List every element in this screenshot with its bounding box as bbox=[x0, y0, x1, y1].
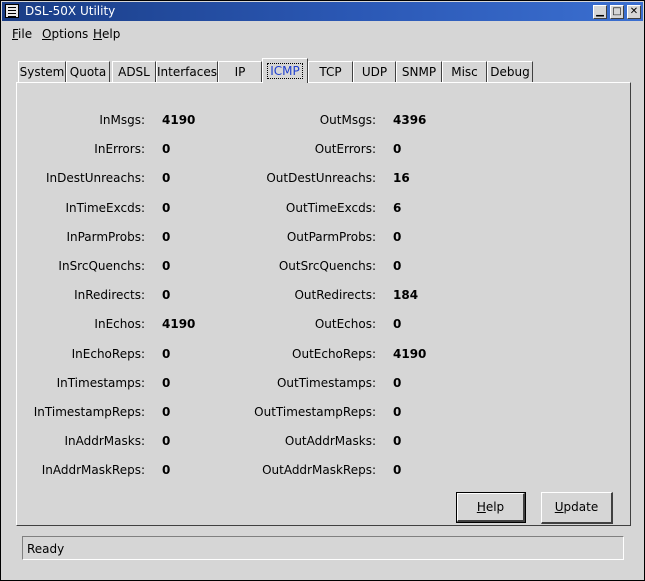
tab-icmp[interactable]: ICMP bbox=[262, 58, 308, 83]
in-label-inaddrmasks: InAddrMasks: bbox=[64, 434, 145, 448]
in-value-inerrors: 0 bbox=[162, 142, 171, 156]
out-label-outtimestamps: OutTimestamps: bbox=[276, 376, 376, 390]
in-value-inaddrmaskreps: 0 bbox=[162, 463, 171, 477]
in-value-inparmprobs: 0 bbox=[162, 230, 171, 244]
in-value-intimestamps: 0 bbox=[162, 376, 171, 390]
tab-label: ICMP bbox=[267, 63, 303, 79]
tab-label: Debug bbox=[490, 65, 530, 79]
tab-debug[interactable]: Debug bbox=[487, 61, 533, 82]
in-value-insrcquenchs: 0 bbox=[162, 259, 171, 273]
out-value-outtimeexcds: 6 bbox=[393, 201, 402, 215]
in-value-inmsgs: 4190 bbox=[162, 113, 196, 127]
status-bar: Ready bbox=[22, 536, 624, 560]
maximize-button[interactable]: □ bbox=[610, 5, 624, 19]
tab-label: UDP bbox=[361, 65, 388, 79]
out-label-outaddrmaskreps: OutAddrMaskReps: bbox=[262, 463, 376, 477]
in-label-inechoreps: InEchoReps: bbox=[71, 347, 145, 361]
in-label-intimestampreps: InTimestampReps: bbox=[33, 405, 145, 419]
in-label-insrcquenchs: InSrcQuenchs: bbox=[58, 259, 145, 273]
menu-options[interactable]: Options bbox=[42, 27, 88, 41]
tab-ip[interactable]: IP bbox=[218, 61, 262, 82]
icmp-panel: InMsgs: 4190 InErrors: 0 InDestUnreachs: 0 InT… bbox=[16, 82, 631, 526]
menu-bar: File Options Help bbox=[2, 22, 643, 46]
tab-label: SNMP bbox=[401, 65, 437, 79]
out-label-outechos: OutEchos: bbox=[314, 317, 376, 331]
tab-udp[interactable]: UDP bbox=[353, 61, 396, 82]
out-label-outtimeexcds: OutTimeExcds: bbox=[285, 201, 376, 215]
in-label-intimeexcds: InTimeExcds: bbox=[65, 201, 146, 215]
out-value-outaddrmaskreps: 0 bbox=[393, 463, 402, 477]
tab-label: Quota bbox=[69, 65, 107, 79]
out-label-outerrors: OutErrors: bbox=[314, 142, 376, 156]
in-value-inechos: 4190 bbox=[162, 317, 196, 331]
in-label-inredirects: InRedirects: bbox=[74, 288, 145, 302]
out-value-outredirects: 184 bbox=[393, 288, 419, 302]
out-value-outechos: 0 bbox=[393, 317, 402, 331]
in-label-inerrors: InErrors: bbox=[94, 142, 145, 156]
out-value-outsrcquenchs: 0 bbox=[393, 259, 402, 273]
tab-interfaces[interactable]: Interfaces bbox=[156, 61, 218, 82]
tab-label: IP bbox=[234, 65, 246, 79]
menu-help[interactable]: Help bbox=[93, 27, 120, 41]
out-label-outmsgs: OutMsgs: bbox=[319, 113, 376, 127]
in-label-intimestamps: InTimestamps: bbox=[56, 376, 145, 390]
in-value-intimestampreps: 0 bbox=[162, 405, 171, 419]
window-menu-icon[interactable] bbox=[5, 4, 19, 18]
out-label-outdestunreachs: OutDestUnreachs: bbox=[266, 171, 376, 185]
close-button[interactable]: ✕ bbox=[627, 5, 641, 19]
status-text: Ready bbox=[27, 542, 65, 556]
tab-label: Misc bbox=[451, 65, 478, 79]
out-label-outparmprobs: OutParmProbs: bbox=[286, 230, 376, 244]
out-value-outechoreps: 4190 bbox=[393, 347, 427, 361]
out-value-outaddrmasks: 0 bbox=[393, 434, 402, 448]
update-button[interactable]: Update bbox=[541, 492, 613, 524]
tab-system[interactable]: System bbox=[18, 61, 66, 82]
in-value-inredirects: 0 bbox=[162, 288, 171, 302]
window-title: DSL-50X Utility bbox=[25, 4, 116, 18]
tab-label: TCP bbox=[319, 65, 342, 79]
help-button[interactable]: Help bbox=[456, 492, 526, 523]
out-label-outsrcquenchs: OutSrcQuenchs: bbox=[278, 259, 376, 273]
tab-quota[interactable]: Quota bbox=[66, 61, 110, 82]
in-value-intimeexcds: 0 bbox=[162, 201, 171, 215]
in-label-indestunreachs: InDestUnreachs: bbox=[45, 171, 145, 185]
in-label-inaddrmaskreps: InAddrMaskReps: bbox=[41, 463, 145, 477]
in-value-indestunreachs: 0 bbox=[162, 171, 171, 185]
in-label-inechos: InEchos: bbox=[94, 317, 145, 331]
tab-misc[interactable]: Misc bbox=[442, 61, 487, 82]
menu-file[interactable]: File bbox=[12, 27, 32, 41]
minimize-button[interactable]: ▁ bbox=[593, 5, 607, 19]
tab-snmp[interactable]: SNMP bbox=[396, 61, 442, 82]
tab-adsl[interactable]: ADSL bbox=[112, 61, 156, 82]
in-label-inparmprobs: InParmProbs: bbox=[66, 230, 145, 244]
in-value-inaddrmasks: 0 bbox=[162, 434, 171, 448]
in-value-inechoreps: 0 bbox=[162, 347, 171, 361]
tab-label: Interfaces bbox=[157, 65, 217, 79]
tab-label: ADSL bbox=[118, 65, 150, 79]
out-value-outparmprobs: 0 bbox=[393, 230, 402, 244]
tab-tcp[interactable]: TCP bbox=[308, 61, 353, 82]
tab-label: System bbox=[19, 65, 65, 79]
out-label-outtimestampreps: OutTimestampReps: bbox=[254, 405, 376, 419]
in-label-inmsgs: InMsgs: bbox=[99, 113, 145, 127]
out-label-outredirects: OutRedirects: bbox=[294, 288, 376, 302]
out-value-outtimestamps: 0 bbox=[393, 376, 402, 390]
app-window: DSL-50X Utility ▁ □ ✕ File Options Help … bbox=[0, 0, 645, 581]
title-bar[interactable]: DSL-50X Utility ▁ □ ✕ bbox=[2, 2, 643, 21]
out-value-outmsgs: 4396 bbox=[393, 113, 427, 127]
out-value-outdestunreachs: 16 bbox=[393, 171, 410, 185]
out-value-outerrors: 0 bbox=[393, 142, 402, 156]
out-label-outechoreps: OutEchoReps: bbox=[292, 347, 376, 361]
out-label-outaddrmasks: OutAddrMasks: bbox=[284, 434, 376, 448]
out-value-outtimestampreps: 0 bbox=[393, 405, 402, 419]
